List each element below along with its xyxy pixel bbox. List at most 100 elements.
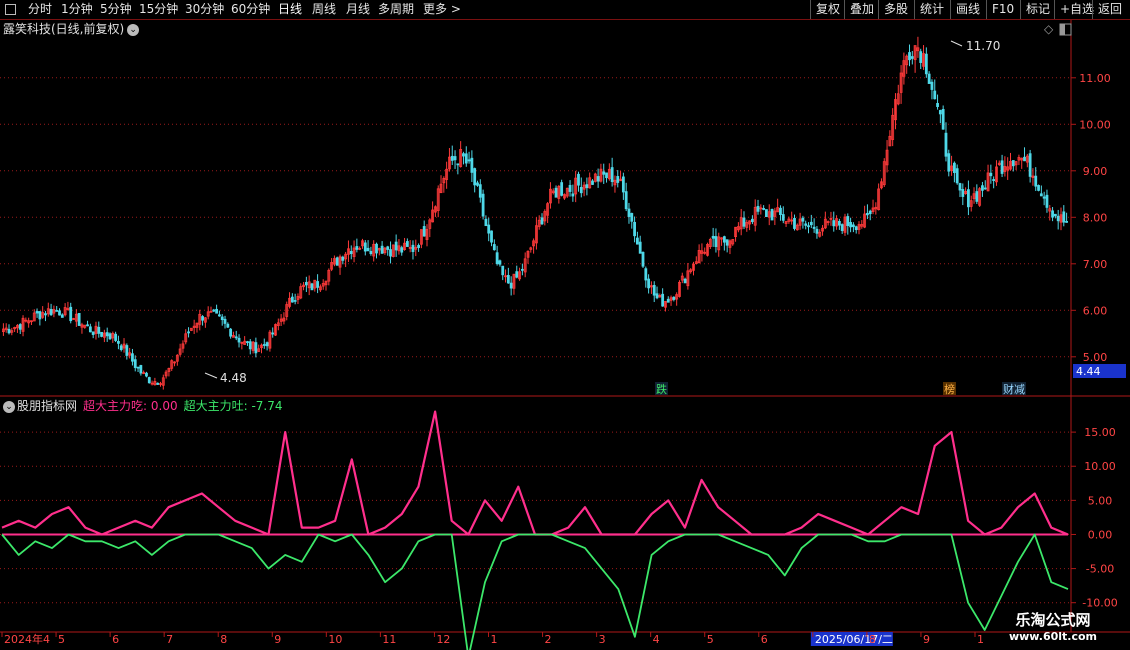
- candle-body: [492, 244, 496, 251]
- candle-body: [411, 244, 415, 252]
- candle-body: [145, 372, 148, 377]
- candle-body: [756, 205, 760, 212]
- candle-body: [369, 251, 373, 255]
- candle-body: [711, 235, 715, 239]
- candle-body: [470, 157, 474, 173]
- date-tick-label: 11: [382, 633, 396, 646]
- candle-body: [779, 207, 782, 215]
- candle-body: [60, 314, 64, 318]
- candle-body: [846, 216, 850, 227]
- date-tick-label: 5: [58, 633, 65, 646]
- date-cursor-label: 2025/06/17/二: [815, 633, 893, 646]
- date-tick-label: 3: [599, 633, 606, 646]
- candle-body: [520, 268, 524, 271]
- candle-body: [201, 316, 204, 321]
- candle-body: [554, 187, 558, 198]
- candle-body: [35, 311, 39, 314]
- candle-body: [490, 230, 493, 243]
- candle-body: [473, 168, 477, 186]
- date-tick-label: 7: [166, 633, 173, 646]
- candle-body: [621, 176, 625, 193]
- candle-body: [1039, 193, 1043, 197]
- candle-body: [815, 228, 819, 234]
- price-tick-label: 8.00: [1083, 211, 1108, 224]
- candle-body: [386, 246, 390, 250]
- candle-body: [212, 309, 216, 312]
- candle-body: [105, 332, 109, 337]
- candle-body: [947, 153, 951, 172]
- candle-body: [1056, 215, 1060, 222]
- candle-body: [751, 218, 754, 223]
- date-tick-label: 6: [761, 633, 768, 646]
- candle-body: [638, 241, 642, 254]
- candle-body: [868, 210, 872, 215]
- candle-body: [770, 209, 774, 221]
- candle-body: [229, 328, 233, 337]
- date-tick-label: 8: [220, 633, 227, 646]
- logo-url: www.60lt.com: [1008, 630, 1098, 643]
- candle-body: [655, 293, 659, 299]
- candle-body: [450, 155, 454, 161]
- indicator-tick-label: 15.00: [1084, 426, 1116, 439]
- price-chart[interactable]: 5.006.007.008.009.0010.0011.00 15.0010.0…: [0, 0, 1130, 650]
- date-tick-label: 2: [545, 633, 552, 646]
- candle-body: [955, 168, 959, 184]
- date-tick-label: 4: [653, 633, 660, 646]
- candle-body: [394, 241, 398, 251]
- candle-body: [832, 220, 836, 227]
- candle-body: [498, 260, 502, 265]
- candle-body: [585, 184, 589, 189]
- candle-body: [363, 242, 367, 252]
- candle-body: [961, 189, 965, 197]
- candle-body: [88, 326, 92, 333]
- candle-body: [624, 191, 628, 210]
- candle-body: [108, 333, 112, 340]
- candle-body: [49, 308, 53, 316]
- candle-body: [254, 342, 258, 354]
- candle-body: [930, 81, 934, 90]
- candle-body: [218, 314, 221, 317]
- candle-body: [1045, 194, 1049, 208]
- event-label-die: 跌: [656, 382, 667, 396]
- price-tick-label: 9.00: [1083, 165, 1108, 178]
- candle-body: [793, 217, 796, 229]
- candle-body: [38, 311, 42, 320]
- candle-body: [187, 331, 190, 334]
- candle-body: [633, 221, 636, 237]
- candle-body: [807, 225, 810, 228]
- site-logo: 乐淘公式网 www.60lt.com: [998, 610, 1108, 644]
- candle-body: [1051, 210, 1054, 218]
- min-price-pointer: [204, 372, 218, 379]
- candle-body: [627, 208, 631, 217]
- candle-body: [476, 182, 479, 186]
- candle-body: [422, 226, 426, 237]
- candle-body: [125, 345, 129, 356]
- candle-body: [464, 153, 468, 164]
- series2-line: [1, 533, 1069, 650]
- date-tick-label: 6: [112, 633, 119, 646]
- candle-body: [910, 56, 914, 59]
- max-price-pointer: [950, 40, 963, 47]
- min-price-label: 4.48: [220, 371, 247, 385]
- candle-body: [462, 153, 465, 157]
- indicator-tick-label: 5.00: [1088, 494, 1113, 507]
- candle-body: [91, 331, 95, 335]
- candle-body: [515, 271, 519, 278]
- candle-body: [1037, 185, 1040, 191]
- price-tick-label: 11.00: [1079, 72, 1111, 85]
- main-gridlines: [0, 77, 1071, 358]
- price-tick-label: 10.00: [1079, 118, 1111, 131]
- price-axis-ticks: 5.00 6.00 7.00 8.00 9.00 10.00 11.00: [1071, 72, 1111, 364]
- candle-body: [933, 90, 937, 100]
- date-tick-label: 9: [923, 633, 930, 646]
- candle-body: [271, 332, 275, 335]
- indicator-tick-label: -5.00: [1086, 563, 1114, 576]
- candle-body: [248, 341, 252, 350]
- candle-body: [571, 193, 575, 197]
- diamond-icon[interactable]: ◇: [1044, 22, 1054, 36]
- candle-body: [1028, 153, 1032, 177]
- candle-body: [234, 336, 238, 339]
- indicator-tick-label: -10.00: [1082, 597, 1117, 610]
- candle-body: [616, 176, 620, 183]
- candle-body: [560, 182, 564, 196]
